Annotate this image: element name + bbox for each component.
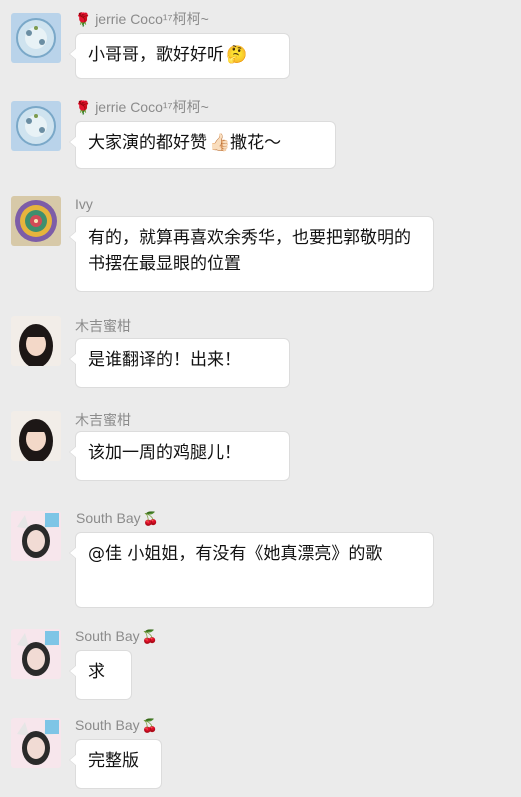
avatar[interactable] (11, 629, 61, 679)
sender-name: South Bay 🍒 (75, 628, 158, 644)
message-bubble[interactable]: 有的，就算再喜欢余秀华，也要把郭敬明的书摆在最显眼的位置 (69, 216, 434, 292)
message-bubble[interactable]: 小哥哥，歌好好听 🤔 (69, 33, 290, 79)
sender-name: 🌹 jerrie Coco¹⁷柯柯~ (75, 99, 209, 115)
rose-icon: 🌹 (75, 100, 92, 115)
avatar[interactable] (11, 718, 61, 768)
sender-name: 木吉蜜柑 (75, 412, 131, 428)
cherry-icon: 🍒 (142, 511, 159, 526)
sender-name: 木吉蜜柑 (75, 318, 131, 334)
message-bubble[interactable]: 是谁翻译的！出来！ (69, 338, 290, 388)
avatar[interactable] (11, 196, 61, 246)
sender-name: Ivy (75, 196, 93, 212)
avatar[interactable] (11, 316, 61, 366)
cherry-icon: 🍒 (141, 629, 158, 644)
message-bubble[interactable]: 完整版 (69, 739, 162, 789)
avatar[interactable] (11, 511, 61, 561)
thumbs-up-emoji-icon: 👍🏻 (209, 133, 231, 153)
sender-name: South Bay 🍒 (76, 510, 159, 526)
avatar[interactable] (11, 411, 61, 461)
thinking-emoji-icon: 🤔 (226, 45, 248, 65)
avatar[interactable] (11, 101, 61, 151)
message-bubble[interactable]: 求 (69, 650, 132, 700)
cherry-icon: 🍒 (141, 718, 158, 733)
message-bubble[interactable]: @佳 小姐姐，有没有《她真漂亮》的歌 (69, 532, 434, 608)
message-bubble[interactable]: 大家演的都好赞 👍🏻撒花～ (69, 121, 336, 169)
rose-icon: 🌹 (75, 12, 92, 27)
sender-name: South Bay 🍒 (75, 717, 158, 733)
sender-name: 🌹 jerrie Coco¹⁷柯柯~ (75, 11, 209, 27)
avatar[interactable] (11, 13, 61, 63)
message-bubble[interactable]: 该加一周的鸡腿儿！ (69, 431, 290, 481)
